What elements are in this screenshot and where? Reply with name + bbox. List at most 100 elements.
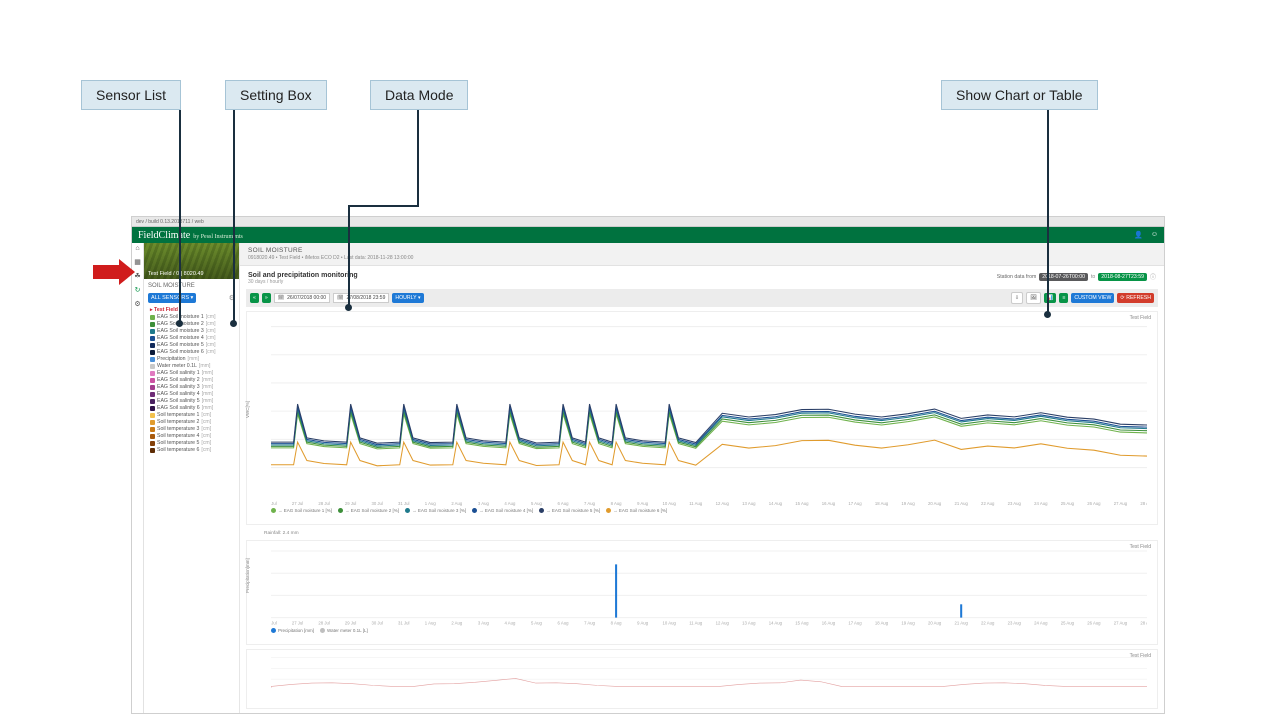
sensor-tree-item[interactable]: Soil temperature 3 [cm]	[150, 426, 236, 433]
leader	[233, 107, 235, 323]
callout-setting-box: Setting Box	[225, 80, 327, 110]
rainfall-summary: Rainfall: 2.4 mm	[264, 531, 1158, 536]
field-thumbnail[interactable]: Test Field / 0 | 8020.49	[144, 243, 239, 279]
callout-label: Sensor List	[96, 87, 166, 103]
svg-text:25 Aug: 25 Aug	[1061, 621, 1075, 626]
gear-icon[interactable]: ⚙	[134, 301, 142, 309]
tree-root[interactable]: ▸ Test Field	[150, 307, 236, 314]
legend-item: → EAG Soil moisture 6 [%]	[606, 508, 667, 513]
svg-text:8 Aug: 8 Aug	[611, 501, 623, 506]
svg-text:25 Aug: 25 Aug	[1061, 501, 1075, 506]
svg-text:19 Aug: 19 Aug	[901, 501, 915, 506]
url-bar: dev / build 0.13.2018711 / web	[132, 217, 1164, 227]
sensor-tree-item[interactable]: Soil temperature 1 [cm]	[150, 412, 236, 419]
svg-text:24 Aug: 24 Aug	[1034, 501, 1048, 506]
sync-icon[interactable]: ↻	[134, 287, 142, 295]
callout-sensor-list: Sensor List	[81, 80, 181, 110]
show-table-button[interactable]: ≡	[1059, 293, 1068, 303]
station-date-range: Station data from 2018-07-26T00:00 to 20…	[997, 272, 1156, 281]
svg-text:4 Aug: 4 Aug	[504, 501, 516, 506]
svg-text:21 Aug: 21 Aug	[955, 621, 969, 626]
main-panel: SOIL MOISTURE 0918020.49 • Test Field • …	[240, 243, 1164, 713]
sensor-tree-item[interactable]: EAG Soil moisture 1 [cm]	[150, 314, 236, 321]
top-nav: FieldClimateby Pessl Instruments 👤 ☺	[132, 227, 1164, 243]
leader-pin	[1044, 311, 1051, 318]
chart-title: Soil and precipitation monitoring	[248, 272, 358, 279]
calendar-icon: 🗓	[337, 295, 343, 301]
svg-text:15 Aug: 15 Aug	[795, 501, 809, 506]
svg-text:10 Aug: 10 Aug	[663, 621, 677, 626]
red-arrow-indicator	[93, 265, 119, 279]
custom-view-button[interactable]: CUSTOM VIEW	[1071, 293, 1114, 303]
date-from-input[interactable]: 🗓26/07/2018 00:00	[274, 293, 330, 303]
svg-text:27 Jul: 27 Jul	[292, 621, 303, 626]
image-export-icon[interactable]: 🖼	[1026, 292, 1041, 304]
svg-text:26 Jul: 26 Jul	[271, 621, 277, 626]
callout-data-mode: Data Mode	[370, 80, 468, 110]
show-chart-button[interactable]: 📊	[1044, 293, 1056, 303]
legend-item: → EAG Soil moisture 4 [%]	[472, 508, 533, 513]
svg-text:11 Aug: 11 Aug	[689, 621, 703, 626]
sensor-tree-item[interactable]: EAG Soil salinity 2 [mm]	[150, 377, 236, 384]
date-to-pill: 2018-08-27T23:59	[1098, 273, 1147, 281]
svg-text:26 Jul: 26 Jul	[271, 501, 277, 506]
svg-text:8 Aug: 8 Aug	[611, 621, 623, 626]
sensor-tree-item[interactable]: EAG Soil salinity 1 [mm]	[150, 370, 236, 377]
sensor-tree-item[interactable]: Water meter 0.1L [mm]	[150, 363, 236, 370]
svg-text:27 Jul: 27 Jul	[292, 501, 303, 506]
user-icon[interactable]: 👤	[1134, 231, 1143, 239]
svg-text:13 Aug: 13 Aug	[742, 621, 756, 626]
sensor-tree-item[interactable]: EAG Soil moisture 5 [cm]	[150, 342, 236, 349]
date-to-input[interactable]: 🗓27/08/2018 23:59	[333, 293, 389, 303]
sensor-tree-item[interactable]: Soil temperature 6 [cm]	[150, 447, 236, 454]
svg-text:18 Aug: 18 Aug	[875, 501, 889, 506]
charts-container: Test Field VWC[%] 2040608010012026 Jul27…	[240, 311, 1164, 713]
sensor-tree: ▸ Test Field EAG Soil moisture 1 [cm]EAG…	[144, 305, 239, 458]
nav-next-button[interactable]: »	[262, 293, 271, 303]
data-mode-select[interactable]: HOURLY ▾	[392, 293, 423, 303]
svg-text:18 Aug: 18 Aug	[875, 621, 889, 626]
sensor-tree-item[interactable]: EAG Soil salinity 5 [mm]	[150, 398, 236, 405]
all-sensors-button[interactable]: ALL SENSORS ▾	[148, 293, 196, 303]
sensor-tree-item[interactable]: EAG Soil salinity 3 [mm]	[150, 384, 236, 391]
legend-item: → EAG Soil moisture 2 [%]	[338, 508, 399, 513]
svg-text:29 Jul: 29 Jul	[345, 501, 356, 506]
page-subtitle: 0918020.49 • Test Field • iMetos ECO D2 …	[248, 255, 1156, 261]
chart-subtitle: 30 days / hourly	[248, 279, 358, 285]
sensor-tree-item[interactable]: Precipitation [mm]	[150, 356, 236, 363]
sensor-tree-item[interactable]: EAG Soil moisture 3 [cm]	[150, 328, 236, 335]
top-right-icons: 👤 ☺	[1134, 231, 1158, 239]
svg-text:23 Aug: 23 Aug	[1008, 621, 1022, 626]
app-window: dev / build 0.13.2018711 / web FieldClim…	[131, 216, 1165, 714]
icon-rail: ⌂ ▦ ☘ ↻ ⚙	[132, 243, 144, 713]
leader-pin	[176, 320, 183, 327]
svg-text:12 Aug: 12 Aug	[716, 621, 730, 626]
svg-text:2 Aug: 2 Aug	[451, 501, 463, 506]
svg-text:2 Aug: 2 Aug	[451, 621, 463, 626]
svg-text:17 Aug: 17 Aug	[848, 621, 862, 626]
home-icon[interactable]: ⌂	[134, 245, 142, 253]
info-icon[interactable]: ⓘ	[1150, 272, 1156, 281]
calendar-icon: 🗓	[278, 295, 284, 301]
leader-pin	[345, 304, 352, 311]
legend-item: → EAG Soil moisture 1 [%]	[271, 508, 332, 513]
help-icon[interactable]: ☺	[1151, 231, 1158, 239]
sensor-tree-item[interactable]: EAG Soil moisture 4 [cm]	[150, 335, 236, 342]
svg-text:9 Aug: 9 Aug	[637, 501, 649, 506]
sidebar: Test Field / 0 | 8020.49 SOIL MOISTURE A…	[144, 243, 240, 713]
chart-legend: → EAG Soil moisture 1 [%] → EAG Soil mois…	[271, 508, 1151, 513]
sensor-tree-item[interactable]: Soil temperature 5 [cm]	[150, 440, 236, 447]
sensor-tree-item[interactable]: EAG Soil salinity 6 [mm]	[150, 405, 236, 412]
svg-text:14 Aug: 14 Aug	[769, 501, 783, 506]
sensor-tree-item[interactable]: EAG Soil salinity 4 [mm]	[150, 391, 236, 398]
sensor-tree-item[interactable]: EAG Soil moisture 6 [cm]	[150, 349, 236, 356]
download-icon[interactable]: ⇩	[1011, 292, 1023, 304]
sensor-tree-item[interactable]: Soil temperature 2 [cm]	[150, 419, 236, 426]
nav-prev-button[interactable]: «	[250, 293, 259, 303]
leader-pin	[230, 320, 237, 327]
refresh-button[interactable]: ⟳ REFRESH	[1117, 293, 1154, 303]
sensor-tree-item[interactable]: Soil temperature 4 [cm]	[150, 433, 236, 440]
svg-text:26 Aug: 26 Aug	[1087, 501, 1101, 506]
sensor-tree-item[interactable]: EAG Soil moisture 2 [cm]	[150, 321, 236, 328]
svg-text:20 Aug: 20 Aug	[928, 621, 942, 626]
